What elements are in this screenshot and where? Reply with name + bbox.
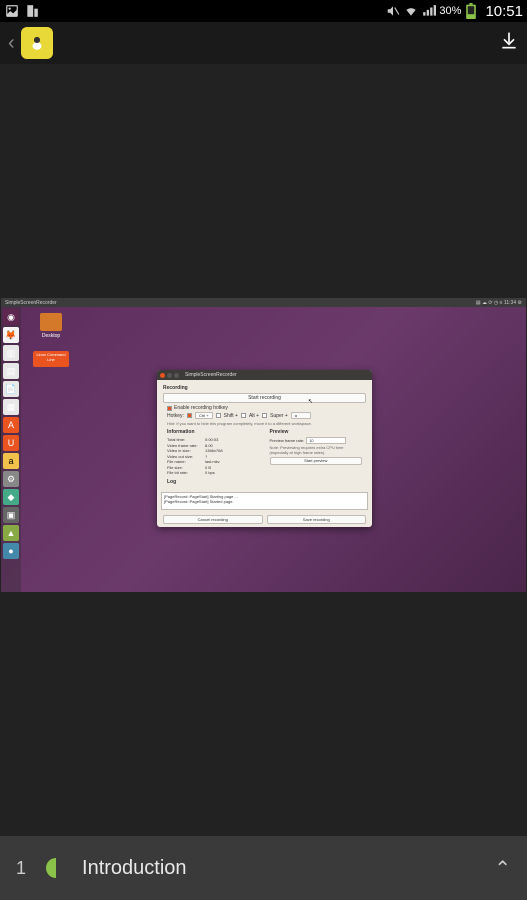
amazon-icon: a — [3, 453, 19, 469]
mute-icon — [385, 3, 401, 19]
folder-label: Desktop — [42, 333, 60, 339]
super-checkbox[interactable] — [262, 413, 267, 418]
building-icon — [24, 3, 40, 19]
ubuntu-indicators: ▤ ☁ ⟳ ◷ ≡ 11:34 ⚙ — [476, 300, 522, 306]
preview-heading: Preview — [270, 429, 363, 435]
info-heading: Information — [167, 429, 260, 435]
cmd-icon: Linux Command Line — [33, 351, 69, 367]
key-select[interactable]: a — [291, 412, 311, 419]
battery-percent: 30% — [439, 5, 461, 17]
ubuntu-launcher: ◉ 🦊 ▥ ▤ 📄 ▦ A U a ⚙ ◆ ▣ ▲ ● — [1, 307, 21, 592]
cursor-icon: ↖ — [308, 398, 313, 405]
recording-heading: Recording — [163, 385, 366, 391]
gallery-icon — [4, 3, 20, 19]
close-icon[interactable] — [160, 373, 165, 378]
minimize-icon[interactable] — [167, 373, 172, 378]
clock: 10:51 — [485, 3, 523, 20]
download-icon[interactable] — [499, 31, 519, 56]
ubuntu-top-bar: SimpleScreenRecorder ▤ ☁ ⟳ ◷ ≡ 11:34 ⚙ — [1, 298, 526, 307]
maximize-icon[interactable] — [174, 373, 179, 378]
dialog-title: SimpleScreenRecorder — [185, 372, 237, 378]
app-icon-3: ▣ — [3, 507, 19, 523]
hint-text: Hint: If you want to hide this program c… — [163, 420, 366, 427]
linux-cmd-shortcut: Linux Command Line — [31, 351, 71, 369]
recorder-dialog: SimpleScreenRecorder Recording Start rec… — [157, 370, 372, 527]
app-icon[interactable] — [21, 27, 53, 59]
cancel-recording-button[interactable]: Cancel recording — [163, 515, 263, 524]
settings-icon: ⚙ — [3, 471, 19, 487]
back-chevron-icon[interactable]: ‹ — [8, 32, 15, 55]
super-label: Super + — [270, 413, 288, 419]
lesson-title: Introduction — [82, 857, 494, 880]
app-icon-4: ▲ — [3, 525, 19, 541]
signal-icon — [421, 3, 437, 19]
shift-label: Shift + — [224, 413, 238, 419]
folder-icon — [40, 313, 62, 331]
alt-checkbox[interactable] — [241, 413, 246, 418]
progress-circle-icon — [46, 858, 66, 878]
app-icon-5: ● — [3, 543, 19, 559]
save-recording-button[interactable]: Save recording — [267, 515, 367, 524]
dialog-titlebar: SimpleScreenRecorder — [157, 370, 372, 380]
android-status-bar: 30% 10:51 — [0, 0, 527, 22]
lesson-number: 1 — [16, 858, 26, 879]
preview-rate-input[interactable]: 10 — [306, 437, 346, 444]
alt-label: Alt + — [249, 413, 259, 419]
desktop-icons: Desktop Linux Command Line — [31, 313, 71, 369]
writer-icon: 📄 — [3, 381, 19, 397]
dash-icon: ◉ — [3, 309, 19, 325]
chevron-up-icon[interactable]: ⌃ — [494, 856, 511, 881]
desktop-folder: Desktop — [31, 313, 71, 339]
bottom-nav[interactable]: 1 Introduction ⌃ — [0, 836, 527, 900]
enable-hotkey-checkbox[interactable] — [167, 406, 172, 411]
software-icon: A — [3, 417, 19, 433]
app-header: ‹ — [0, 22, 527, 64]
ctrl-key: Ctrl + — [195, 412, 213, 419]
start-preview-button[interactable]: Start preview — [270, 457, 363, 465]
firefox-icon: 🦊 — [3, 327, 19, 343]
start-recording-button[interactable]: Start recording ↖ — [163, 393, 366, 403]
preview-rate-label: Preview frame rate: — [270, 438, 305, 443]
app-icon-1: ▤ — [3, 363, 19, 379]
ubuntu-one-icon: U — [3, 435, 19, 451]
files-icon: ▥ — [3, 345, 19, 361]
calc-icon: ▦ — [3, 399, 19, 415]
shift-checkbox[interactable] — [216, 413, 221, 418]
preview-note: Note: Previewing requires extra CPU time… — [270, 445, 363, 455]
wifi-icon — [403, 3, 419, 19]
battery-icon — [463, 3, 479, 19]
app-icon-2: ◆ — [3, 489, 19, 505]
log-heading: Log — [163, 479, 366, 485]
log-textarea[interactable]: [PageRecord::PageStart] Starting page ..… — [161, 492, 368, 510]
ubuntu-desktop-screenshot: SimpleScreenRecorder ▤ ☁ ⟳ ◷ ≡ 11:34 ⚙ ◉… — [1, 298, 526, 592]
window-title: SimpleScreenRecorder — [5, 300, 57, 306]
ctrl-checkbox[interactable] — [187, 413, 192, 418]
hotkey-label: Hotkey: — [167, 413, 184, 419]
enable-hotkey-label: Enable recording hotkey — [174, 405, 228, 411]
content-area: SimpleScreenRecorder ▤ ☁ ⟳ ◷ ≡ 11:34 ⚙ ◉… — [0, 64, 527, 836]
